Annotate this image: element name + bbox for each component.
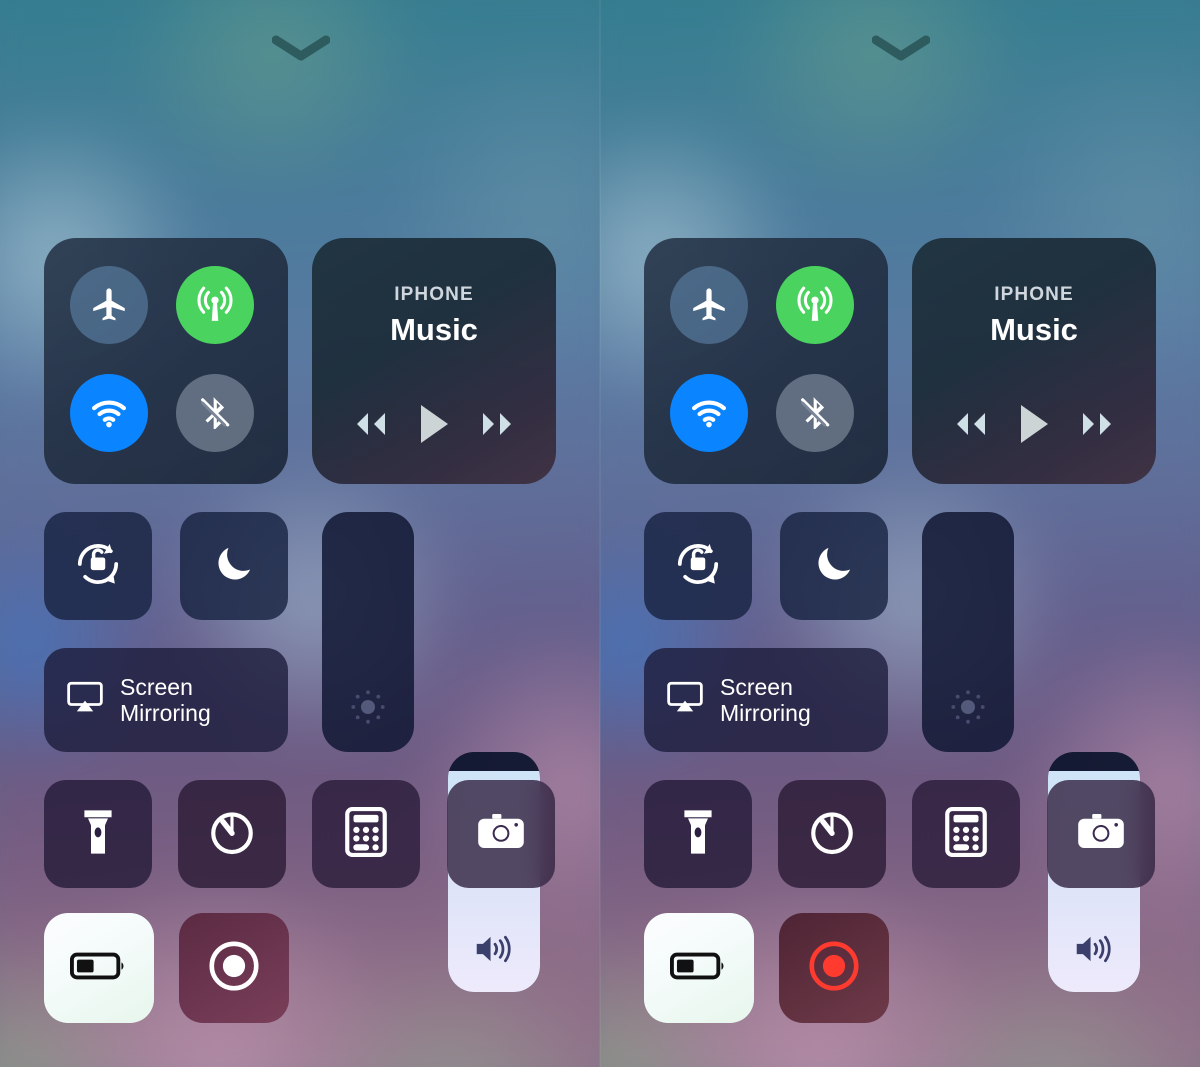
panel-divider	[599, 0, 601, 1067]
wifi-icon	[688, 392, 730, 434]
do-not-disturb-toggle[interactable]	[180, 512, 288, 620]
screen-mirroring-line2: Mirroring	[120, 700, 211, 726]
low-power-mode-button[interactable]	[44, 913, 154, 1023]
camera-button[interactable]	[447, 780, 555, 888]
bluetooth-toggle[interactable]	[176, 374, 254, 452]
chevron-down-icon[interactable]	[872, 34, 930, 62]
wifi-toggle[interactable]	[70, 374, 148, 452]
screen-mirroring-line1: Screen	[120, 673, 193, 700]
airplay-icon	[664, 680, 706, 721]
rewind-button[interactable]	[345, 408, 393, 440]
record-circle-icon	[805, 937, 863, 1000]
airplane-icon	[88, 284, 130, 326]
moon-icon	[811, 541, 857, 592]
battery-icon	[69, 951, 128, 986]
now-playing-card[interactable]: IPHONE Music	[312, 238, 556, 484]
timer-icon	[207, 807, 257, 862]
brightness-sun-icon	[922, 686, 1014, 728]
cellular-data-toggle[interactable]	[176, 266, 254, 344]
low-power-mode-button[interactable]	[644, 913, 754, 1023]
speaker-waves-icon	[1048, 930, 1140, 968]
control-center-panel-left: IPHONE Music Screen Mirroring	[0, 0, 600, 1067]
camera-icon	[475, 810, 527, 859]
rotation-lock-toggle[interactable]	[644, 512, 752, 620]
airplay-icon	[64, 680, 106, 721]
bluetooth-slash-icon	[795, 393, 835, 433]
screen-mirroring-line2: Mirroring	[720, 700, 811, 726]
brightness-slider[interactable]	[322, 512, 414, 752]
flashlight-icon	[675, 806, 721, 863]
moon-icon	[211, 541, 257, 592]
bluetooth-toggle[interactable]	[776, 374, 854, 452]
cellular-antenna-icon	[792, 282, 838, 328]
brightness-slider[interactable]	[922, 512, 1014, 752]
screen-mirroring-button[interactable]: Screen Mirroring	[44, 648, 288, 752]
wifi-toggle[interactable]	[670, 374, 748, 452]
screen-mirroring-label: Screen Mirroring	[720, 674, 811, 727]
now-playing-source: IPHONE	[994, 284, 1074, 305]
wifi-icon	[88, 392, 130, 434]
rotation-lock-toggle[interactable]	[44, 512, 152, 620]
brightness-sun-icon	[322, 686, 414, 728]
do-not-disturb-toggle[interactable]	[780, 512, 888, 620]
airplane-mode-toggle[interactable]	[670, 266, 748, 344]
connectivity-card[interactable]	[644, 238, 888, 484]
flashlight-button[interactable]	[644, 780, 752, 888]
speaker-waves-icon	[448, 930, 540, 968]
timer-icon	[807, 807, 857, 862]
now-playing-title: Music	[990, 312, 1078, 347]
camera-button[interactable]	[1047, 780, 1155, 888]
airplane-icon	[688, 284, 730, 326]
play-button[interactable]	[1014, 402, 1054, 446]
screen-recording-button[interactable]	[779, 913, 889, 1023]
screen-recording-button[interactable]	[179, 913, 289, 1023]
rewind-button[interactable]	[945, 408, 993, 440]
cellular-data-toggle[interactable]	[776, 266, 854, 344]
now-playing-title: Music	[390, 312, 478, 347]
flashlight-button[interactable]	[44, 780, 152, 888]
timer-button[interactable]	[178, 780, 286, 888]
now-playing-card[interactable]: IPHONE Music	[912, 238, 1156, 484]
calculator-button[interactable]	[912, 780, 1020, 888]
screen-mirroring-line1: Screen	[720, 673, 793, 700]
screen-mirroring-button[interactable]: Screen Mirroring	[644, 648, 888, 752]
rotation-lock-icon	[670, 536, 726, 597]
screen-mirroring-label: Screen Mirroring	[120, 674, 211, 727]
airplane-mode-toggle[interactable]	[70, 266, 148, 344]
calculator-icon	[944, 806, 988, 862]
battery-icon	[670, 951, 728, 986]
cellular-antenna-icon	[192, 282, 238, 328]
fast-forward-button[interactable]	[1075, 408, 1123, 440]
rotation-lock-icon	[70, 536, 126, 597]
control-center-panel-right: IPHONE Music Screen Mirroring	[600, 0, 1200, 1067]
chevron-down-icon[interactable]	[272, 34, 330, 62]
bluetooth-slash-icon	[195, 393, 235, 433]
record-circle-icon	[205, 937, 263, 1000]
calculator-button[interactable]	[312, 780, 420, 888]
timer-button[interactable]	[778, 780, 886, 888]
connectivity-card[interactable]	[44, 238, 288, 484]
now-playing-source: IPHONE	[394, 284, 474, 305]
camera-icon	[1075, 810, 1127, 859]
calculator-icon	[344, 806, 388, 862]
play-button[interactable]	[414, 402, 454, 446]
flashlight-icon	[75, 806, 121, 863]
control-center-comparison: IPHONE Music Screen Mirroring IPHONE Mus…	[0, 0, 1200, 1067]
fast-forward-button[interactable]	[475, 408, 523, 440]
